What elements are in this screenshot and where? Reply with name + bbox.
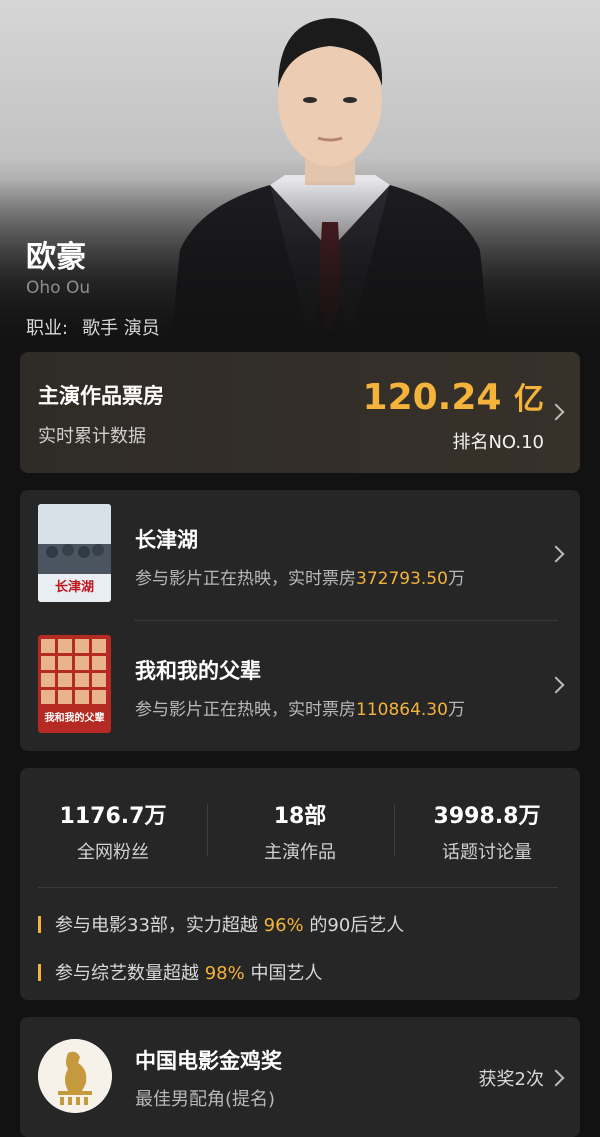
box-office-unit: 亿	[514, 382, 544, 417]
box-office-subtitle: 实时累计数据	[38, 426, 146, 447]
chevron-right-icon	[547, 1069, 565, 1087]
film-title: 我和我的父辈	[135, 659, 261, 683]
fact-text: 参与综艺数量超越	[55, 963, 205, 984]
film-box-unit: 万	[447, 569, 465, 589]
box-office-title: 主演作品票房	[38, 384, 164, 408]
accent-bar	[38, 916, 41, 933]
film-item[interactable]: 我和我的父辈 我和我的父辈 参与影片正在热映，实时票房110864.30万	[20, 621, 580, 751]
artist-english-name: Oho Ou	[26, 278, 91, 298]
chevron-right-icon	[547, 545, 565, 563]
occupation-value: 歌手 演员	[82, 318, 160, 339]
stat-topics: 3998.8万 话题讨论量	[394, 798, 580, 864]
golden-rooster-logo	[38, 1039, 112, 1113]
fact-highlight: 96%	[263, 915, 304, 936]
stat-fans: 1176.7万 全网粉丝	[20, 798, 206, 864]
occupation-label: 职业:	[26, 318, 69, 339]
accent-bar	[38, 964, 41, 981]
award-card[interactable]: 中国电影金鸡奖 最佳男配角(提名) 获奖2次	[20, 1017, 580, 1137]
occupation: 职业: 歌手 演员	[26, 314, 160, 340]
film-desc-text: 参与影片正在热映，实时票房	[135, 700, 356, 720]
film-box-unit: 万	[447, 700, 465, 720]
box-office-value: 120.24 亿	[363, 374, 544, 418]
divider	[38, 887, 558, 888]
film-box-office: 372793.50	[356, 569, 448, 589]
films-card: 长津湖 长津湖 参与影片正在热映，实时票房372793.50万 我和我的父辈 我…	[20, 490, 580, 751]
film-poster-title: 长津湖	[54, 580, 94, 595]
profile-header: 欧豪 Oho Ou 职业: 歌手 演员	[0, 0, 600, 350]
stat-value: 1176.7万	[59, 804, 167, 829]
fact-highlight: 98%	[204, 963, 245, 984]
chevron-right-icon	[547, 403, 565, 421]
box-office-card[interactable]: 主演作品票房 实时累计数据 120.24 亿 排名NO.10	[20, 352, 580, 473]
fact-item: 参与电影33部，实力超越 96% 的90后艺人	[38, 911, 404, 937]
fact-text: 参与电影33部，实力超越	[55, 915, 264, 936]
stat-label: 话题讨论量	[442, 842, 532, 863]
artist-name: 欧豪	[26, 240, 86, 275]
film-title: 长津湖	[135, 528, 198, 552]
film-item[interactable]: 长津湖 长津湖 参与影片正在热映，实时票房372793.50万	[20, 490, 580, 620]
stat-label: 主演作品	[264, 842, 336, 863]
film-poster: 我和我的父辈	[38, 635, 111, 733]
box-office-number: 120.24	[362, 377, 502, 418]
award-title: 中国电影金鸡奖	[135, 1049, 282, 1073]
box-office-rank: 排名NO.10	[452, 432, 544, 453]
film-box-office: 110864.30	[356, 700, 448, 720]
stat-value: 3998.8万	[433, 804, 541, 829]
film-desc-text: 参与影片正在热映，实时票房	[135, 569, 356, 589]
stat-value: 18部	[273, 804, 327, 829]
stats-card: 1176.7万 全网粉丝 18部 主演作品 3998.8万 话题讨论量 参与电影…	[20, 768, 580, 1000]
fact-text: 中国艺人	[244, 963, 323, 984]
film-poster: 长津湖	[38, 504, 111, 602]
fact-text: 的90后艺人	[303, 915, 405, 936]
film-desc: 参与影片正在热映，实时票房372793.50万	[135, 564, 465, 589]
film-poster-title: 我和我的父辈	[44, 713, 105, 724]
award-count: 获奖2次	[478, 1069, 544, 1090]
film-desc: 参与影片正在热映，实时票房110864.30万	[135, 695, 465, 720]
stat-works: 18部 主演作品	[207, 798, 393, 864]
fact-item: 参与综艺数量超越 98% 中国艺人	[38, 959, 322, 985]
stat-label: 全网粉丝	[77, 842, 149, 863]
chevron-right-icon	[547, 676, 565, 694]
award-subtitle: 最佳男配角(提名)	[135, 1089, 276, 1110]
